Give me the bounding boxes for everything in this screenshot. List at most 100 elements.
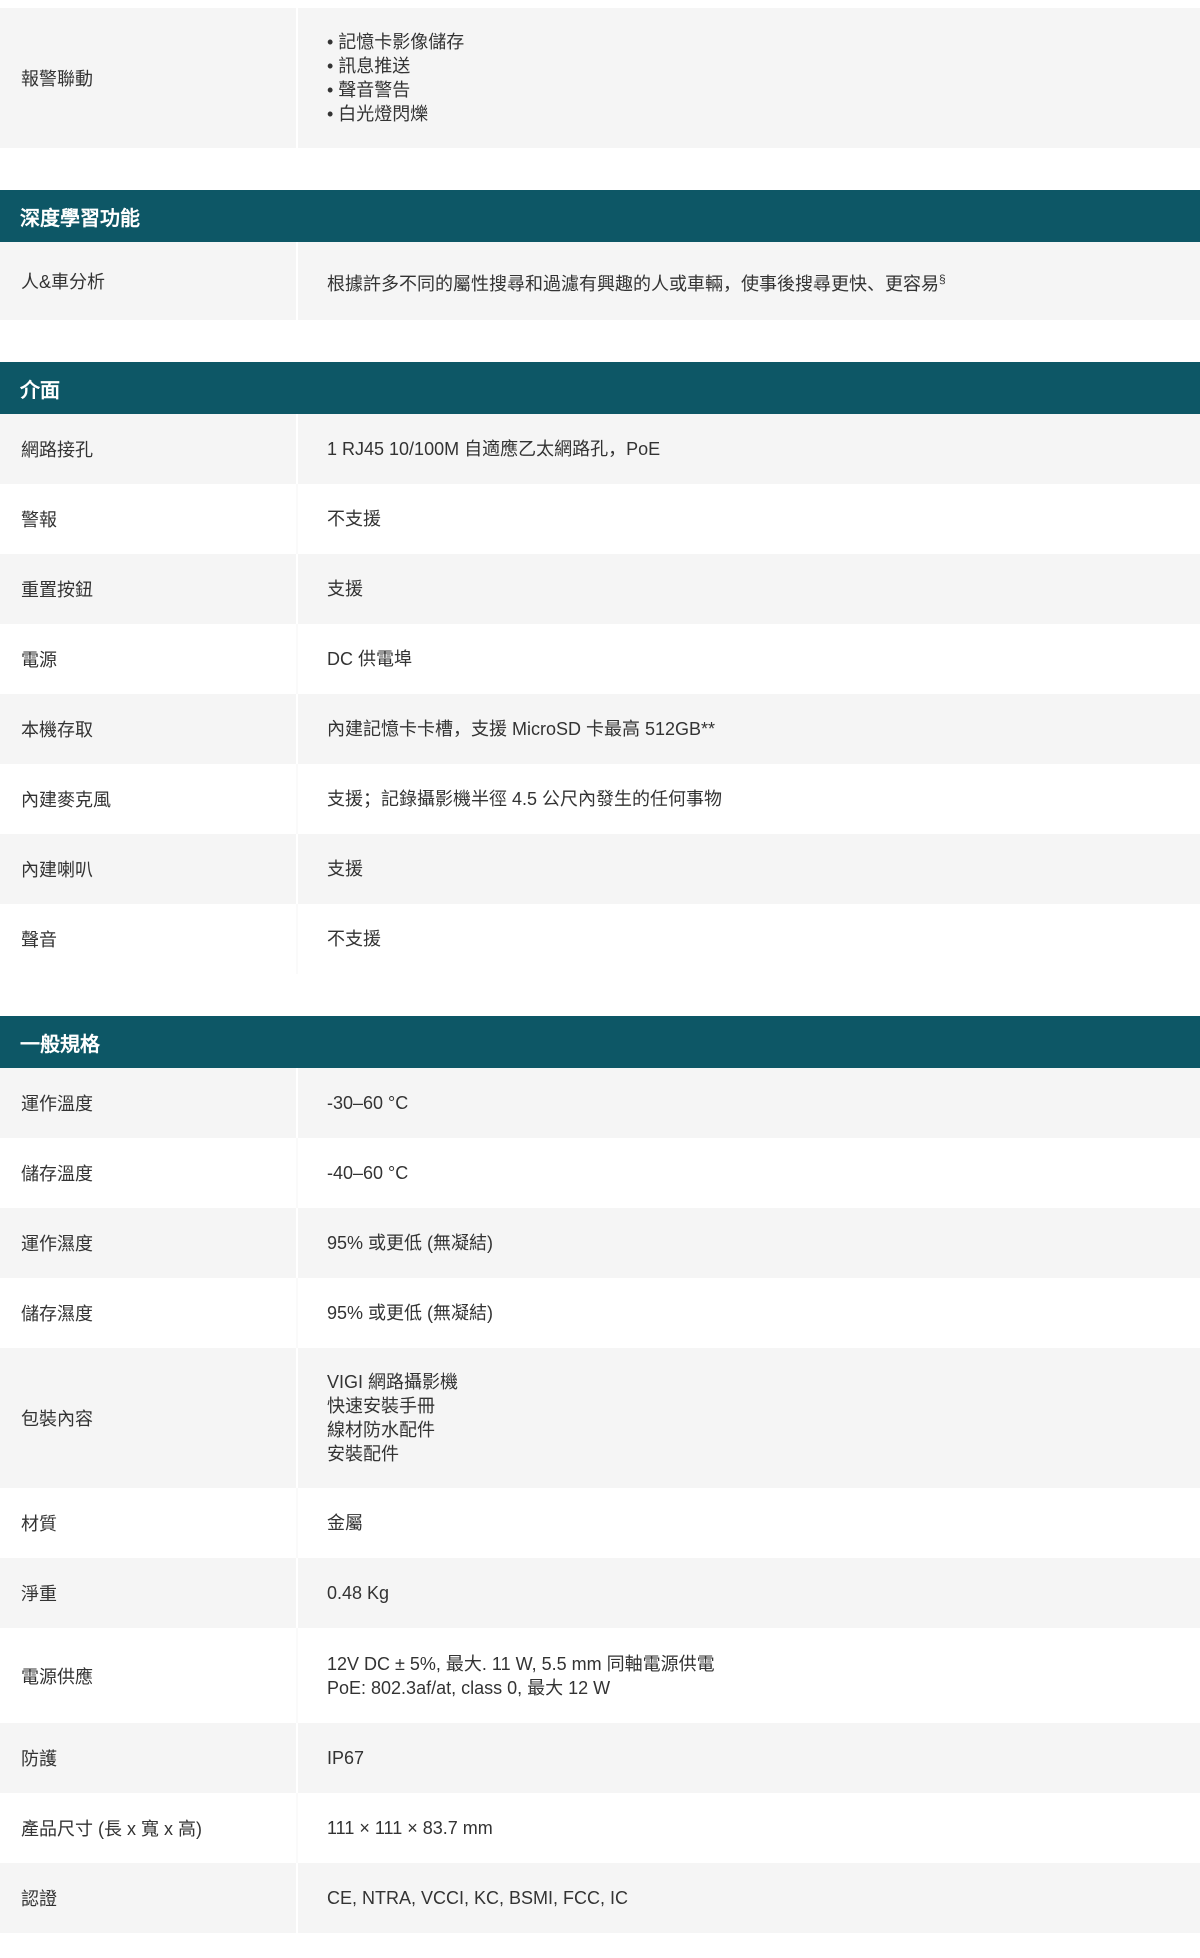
spec-label: 認證 [21, 1889, 57, 1909]
spec-label: 儲存溫度 [21, 1164, 93, 1184]
spec-value-line: -40–60 °C [327, 1163, 409, 1183]
spec-value: 95% 或更低 (無凝結) [296, 1278, 1200, 1348]
spec-row-local-storage: 本機存取 內建記憶卡卡槽，支援 MicroSD 卡最高 512GB** [0, 694, 1200, 764]
spec-row-network-port: 網路接孔 1 RJ45 10/100M 自適應乙太網路孔，PoE [0, 414, 1200, 484]
spec-row-operating-temp: 運作溫度 -30–60 °C [0, 1068, 1200, 1138]
section-header: 介面 [0, 362, 1200, 414]
spec-value-line: 111 × 111 × 83.7 mm [327, 1818, 493, 1838]
spec-value: VIGI 網路攝影機 快速安裝手冊 線材防水配件 安裝配件 [296, 1348, 1200, 1488]
spec-value-line: 快速安裝手冊 [327, 1396, 435, 1416]
spec-value: 內建記憶卡卡槽，支援 MicroSD 卡最高 512GB** [296, 694, 1200, 764]
spec-label: 重置按鈕 [21, 580, 93, 600]
spec-value: -30–60 °C [296, 1068, 1200, 1138]
section-deep-learning: 深度學習功能 人&車分析 根據許多不同的屬性搜尋和過濾有興趣的人或車輛，使事後搜… [0, 190, 1200, 320]
spec-value-line: • 白光燈閃爍 [327, 104, 429, 124]
spec-row-certification: 認證 CE, NTRA, VCCI, KC, BSMI, FCC, IC [0, 1863, 1200, 1933]
spec-row-operating-humidity: 運作濕度 95% 或更低 (無凝結) [0, 1208, 1200, 1278]
spec-label: 防護 [21, 1749, 57, 1769]
spec-value-line: 12V DC ± 5%, 最大. 11 W, 5.5 mm 同軸電源供電 [327, 1653, 715, 1674]
spec-value: 12V DC ± 5%, 最大. 11 W, 5.5 mm 同軸電源供電 PoE… [296, 1628, 1200, 1723]
spec-value-line: DC 供電埠 [327, 649, 412, 669]
spec-row-speaker: 內建喇叭 支援 [0, 834, 1200, 904]
spec-row-audio: 聲音 不支援 [0, 904, 1200, 974]
spec-value: 0.48 Kg [296, 1558, 1200, 1628]
spec-row-dimensions: 產品尺寸 (長 x 寬 x 高) 111 × 111 × 83.7 mm [0, 1793, 1200, 1863]
spec-row-alarm: 警報 不支援 [0, 484, 1200, 554]
spec-row-storage-temp: 儲存溫度 -40–60 °C [0, 1138, 1200, 1208]
spec-value-line: 不支援 [327, 509, 381, 529]
spec-value: 支援 [296, 834, 1200, 904]
spec-value-line: VIGI 網路攝影機 [327, 1372, 459, 1392]
spec-label: 材質 [21, 1514, 57, 1534]
spec-label: 運作溫度 [21, 1094, 93, 1114]
spec-value-line: • 記憶卡影像儲存 [327, 32, 465, 52]
spec-value-line: IP67 [327, 1748, 365, 1768]
spec-value: CE, NTRA, VCCI, KC, BSMI, FCC, IC [296, 1863, 1200, 1933]
spec-label: 淨重 [21, 1584, 57, 1604]
spec-page: 報警聯動 • 記憶卡影像儲存 • 訊息推送 • 聲音警告 • 白光燈閃爍 深度學… [0, 0, 1200, 1933]
spec-value: 根據許多不同的屬性搜尋和過濾有興趣的人或車輛，使事後搜尋更快、更容易§ [296, 242, 1200, 320]
spec-value: 支援；記錄攝影機半徑 4.5 公尺內發生的任何事物 [296, 764, 1200, 834]
spec-value: 金屬 [296, 1488, 1200, 1558]
spec-label: 電源供應 [21, 1666, 93, 1687]
footnote-mark: § [939, 271, 946, 286]
spec-label: 內建喇叭 [21, 860, 93, 880]
spec-row-net-weight: 淨重 0.48 Kg [0, 1558, 1200, 1628]
spec-row-human-vehicle: 人&車分析 根據許多不同的屬性搜尋和過濾有興趣的人或車輛，使事後搜尋更快、更容易… [0, 242, 1200, 320]
spec-value: IP67 [296, 1723, 1200, 1793]
spec-label: 人&車分析 [21, 272, 106, 292]
spec-row-material: 材質 金屬 [0, 1488, 1200, 1558]
spec-label: 儲存濕度 [21, 1304, 93, 1324]
spec-value-line: • 訊息推送 [327, 56, 411, 76]
spec-label: 包裝內容 [21, 1409, 93, 1429]
spec-value-line: 安裝配件 [327, 1444, 399, 1464]
spec-value: 111 × 111 × 83.7 mm [296, 1793, 1200, 1863]
spec-value-line: 95% 或更低 (無凝結) [327, 1303, 494, 1323]
spec-value-line: 支援 [327, 859, 363, 879]
section-interface: 介面 網路接孔 1 RJ45 10/100M 自適應乙太網路孔，PoE 警報 不… [0, 362, 1200, 974]
spec-value-line: 支援 [327, 579, 363, 599]
spec-label: 網路接孔 [21, 440, 93, 460]
spec-value-line: 1 RJ45 10/100M 自適應乙太網路孔，PoE [327, 439, 661, 459]
spec-row-microphone: 內建麥克風 支援；記錄攝影機半徑 4.5 公尺內發生的任何事物 [0, 764, 1200, 834]
spec-row-protection: 防護 IP67 [0, 1723, 1200, 1793]
spec-value-line: PoE: 802.3af/at, class 0, 最大 12 W [327, 1677, 611, 1698]
spec-value: DC 供電埠 [296, 624, 1200, 694]
spec-label: 電源 [21, 650, 57, 670]
spec-label: 聲音 [21, 930, 57, 950]
spec-label: 內建麥克風 [21, 790, 111, 810]
spec-value: 支援 [296, 554, 1200, 624]
spec-value-line: 金屬 [327, 1513, 363, 1533]
spec-row-storage-humidity: 儲存濕度 95% 或更低 (無凝結) [0, 1278, 1200, 1348]
spec-value-line: 不支援 [327, 929, 381, 949]
spec-value-line: 線材防水配件 [327, 1420, 435, 1440]
spec-row-power: 電源 DC 供電埠 [0, 624, 1200, 694]
spec-value-line: • 聲音警告 [327, 80, 411, 100]
spec-row-reset-button: 重置按鈕 支援 [0, 554, 1200, 624]
spec-row-alarm-linkage: 報警聯動 • 記憶卡影像儲存 • 訊息推送 • 聲音警告 • 白光燈閃爍 [0, 8, 1200, 148]
spec-value: 不支援 [296, 484, 1200, 554]
spec-row-package-contents: 包裝內容 VIGI 網路攝影機 快速安裝手冊 線材防水配件 安裝配件 [0, 1348, 1200, 1488]
spec-label: 報警聯動 [21, 69, 93, 89]
section-header: 深度學習功能 [0, 190, 1200, 242]
section-header: 一般規格 [0, 1016, 1200, 1068]
spec-value-text: 根據許多不同的屬性搜尋和過濾有興趣的人或車輛，使事後搜尋更快、更容易 [327, 273, 939, 294]
spec-label: 運作濕度 [21, 1234, 93, 1254]
spec-value-line: -30–60 °C [327, 1093, 409, 1113]
spec-label: 警報 [21, 510, 57, 530]
spec-value-line: 根據許多不同的屬性搜尋和過濾有興趣的人或車輛，使事後搜尋更快、更容易§ [327, 267, 1200, 296]
spec-value: • 記憶卡影像儲存 • 訊息推送 • 聲音警告 • 白光燈閃爍 [296, 8, 1200, 148]
spec-value: -40–60 °C [296, 1138, 1200, 1208]
spec-value-line: 支援；記錄攝影機半徑 4.5 公尺內發生的任何事物 [327, 789, 723, 809]
spec-value-line: 內建記憶卡卡槽，支援 MicroSD 卡最高 512GB** [327, 719, 716, 739]
spec-value: 95% 或更低 (無凝結) [296, 1208, 1200, 1278]
spec-label: 產品尺寸 (長 x 寬 x 高) [21, 1819, 202, 1839]
section-general: 一般規格 運作溫度 -30–60 °C 儲存溫度 -40–60 °C 運作濕度 … [0, 1016, 1200, 1933]
spec-label: 本機存取 [21, 720, 93, 740]
spec-value-line: 0.48 Kg [327, 1583, 390, 1603]
spec-row-power-supply: 電源供應 12V DC ± 5%, 最大. 11 W, 5.5 mm 同軸電源供… [0, 1628, 1200, 1723]
spec-value-line: 95% 或更低 (無凝結) [327, 1233, 494, 1253]
spec-value: 1 RJ45 10/100M 自適應乙太網路孔，PoE [296, 414, 1200, 484]
spec-value-line: CE, NTRA, VCCI, KC, BSMI, FCC, IC [327, 1888, 629, 1908]
section-alarm: 報警聯動 • 記憶卡影像儲存 • 訊息推送 • 聲音警告 • 白光燈閃爍 [0, 0, 1200, 148]
